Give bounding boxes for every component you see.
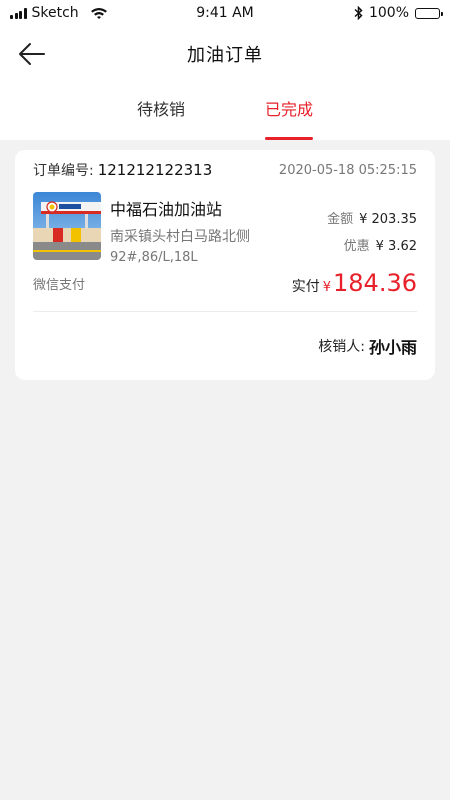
- amount-row: 金额 ¥ 203.35: [327, 208, 417, 227]
- station-photo: [33, 192, 101, 260]
- page-title: 加油订单: [187, 45, 263, 66]
- fuel-info: 92#,86/L,18L: [110, 250, 198, 265]
- verifier-name: 孙小雨: [368, 338, 417, 357]
- amount-summary: 金额 ¥ 203.35 优惠 ¥ 3.62: [327, 208, 417, 262]
- signal-icon: [10, 7, 27, 19]
- amount-label: 金额: [327, 212, 354, 227]
- order-number-label: 订单编号:: [33, 163, 94, 179]
- header-area: Sketch 9:41 AM 100% 加油订单 待核销 已完成: [0, 0, 450, 140]
- verifier-row: 核销人: 孙小雨: [33, 312, 417, 380]
- order-time: 2020-05-18 05:25:15: [278, 162, 417, 178]
- order-number: 订单编号: 121212122313: [33, 160, 212, 180]
- amount-value: ¥ 203.35: [359, 212, 417, 227]
- station-row: 中福石油加油站 南采镇头村白马路北侧 92#,86/L,18L 金额 ¥ 203.…: [33, 190, 417, 265]
- station-name: 中福石油加油站: [110, 200, 223, 219]
- nav-bar: 加油订单: [0, 26, 450, 82]
- payment-row: 微信支付 实付 ¥ 184.36: [33, 269, 417, 312]
- status-left: Sketch: [10, 5, 108, 21]
- back-arrow-icon[interactable]: [18, 42, 46, 66]
- order-number-value: 121212122313: [97, 161, 213, 179]
- actual-paid-amount: 184.36: [333, 269, 417, 297]
- tab-pending[interactable]: 待核销: [127, 82, 195, 140]
- payment-method: 微信支付: [33, 278, 86, 293]
- discount-label: 优惠: [343, 239, 370, 254]
- wifi-icon: [90, 8, 107, 19]
- order-card[interactable]: 订单编号: 121212122313 2020-05-18 05:25:15 中…: [15, 150, 435, 380]
- carrier-name: Sketch: [31, 5, 79, 21]
- status-bar: Sketch 9:41 AM 100%: [0, 0, 450, 26]
- order-header: 订单编号: 121212122313 2020-05-18 05:25:15: [33, 150, 417, 190]
- bluetooth-icon: [354, 6, 363, 20]
- discount-value: ¥ 3.62: [375, 239, 417, 254]
- battery-icon: [415, 7, 443, 19]
- station-address: 南采镇头村白马路北侧: [110, 229, 250, 245]
- actual-paid: 实付 ¥ 184.36: [292, 269, 417, 297]
- status-right: 100%: [354, 5, 443, 21]
- station-info: 中福石油加油站 南采镇头村白马路北侧 92#,86/L,18L: [110, 192, 327, 265]
- tab-completed[interactable]: 已完成: [255, 82, 323, 140]
- battery-percent: 100%: [368, 5, 409, 21]
- actual-paid-label: 实付: [291, 279, 320, 295]
- verifier-label: 核销人:: [318, 339, 365, 355]
- discount-row: 优惠 ¥ 3.62: [327, 235, 417, 254]
- tab-bar: 待核销 已完成: [0, 82, 450, 140]
- currency-symbol: ¥: [322, 280, 332, 295]
